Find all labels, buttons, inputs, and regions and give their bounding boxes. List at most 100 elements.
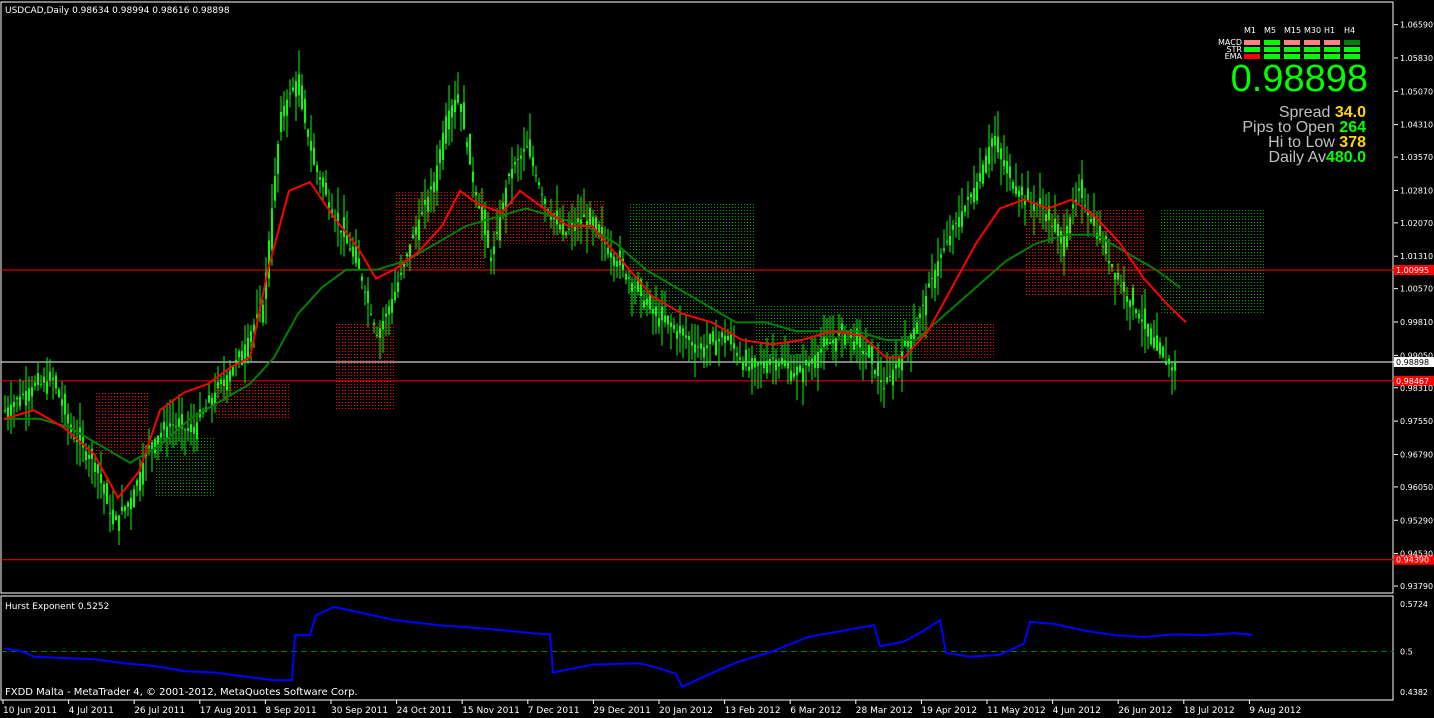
candle-body [766,360,768,373]
candle-body [664,315,666,323]
candle-body [784,360,786,367]
candle-body [394,291,396,301]
candle-body [964,205,966,212]
candle-body [328,202,330,208]
candle-body [1003,160,1005,167]
time-label-4: 8 Sep 2011 [265,706,316,716]
candle-body [448,110,450,130]
candle-body [1015,186,1017,194]
candle-body [1090,218,1092,223]
hurst-tick-label-2: 0.4382 [1400,688,1428,697]
timeframe-label-H1: H1 [1324,26,1336,35]
candle-body [538,182,540,186]
candle-body [727,335,729,340]
candle-body [325,182,327,195]
candle-body [751,357,753,370]
candle-body [88,455,90,459]
candle-body [709,334,711,344]
candle-body [682,328,684,336]
candle-body [1150,328,1152,345]
candle-body [808,361,810,367]
candle-body [532,157,534,167]
candle-body [988,147,990,165]
candle-body [208,395,210,403]
candle-body [283,105,285,117]
candle-body [862,350,864,355]
candle-body [295,81,297,97]
candle-body [142,462,144,485]
candle-body [373,323,375,325]
candle-body [1120,285,1122,287]
candle-body [880,379,882,383]
candle-body [526,146,528,148]
candle-body [382,320,384,330]
signal-cell [1324,47,1340,52]
candle-body [934,269,936,288]
daily-row: Daily Av480.0 [1268,149,1366,167]
candle-body [715,340,717,355]
candle-body [163,422,165,430]
candle-body [349,248,351,251]
price-tick-label-8: 1.00570 [1400,285,1433,294]
timeframe-label-M1: M1 [1244,26,1256,35]
candle-body [286,99,288,116]
candle-body [376,334,378,336]
candle-body [811,358,813,364]
candle-body [370,313,372,315]
candle-body [466,142,468,148]
cloud-segment-3 [334,322,394,411]
footer-copyright: FXDD Malta - MetaTrader 4, © 2001-2012, … [5,687,358,698]
candle-body [652,309,654,314]
candle-body [175,425,177,427]
candle-body [460,104,462,112]
candle-body [1105,236,1107,255]
candle-body [829,342,831,345]
candle-body [220,379,222,384]
candle-body [889,375,891,377]
hurst-title: Hurst Exponent 0.5252 [5,602,109,612]
daily-value: 480.0 [1325,149,1366,166]
candle-body [691,342,693,346]
signal-cell [1284,47,1300,52]
candle-body [340,230,342,233]
time-label-10: 20 Jan 2012 [659,706,713,716]
candle-body [688,336,690,340]
candle-body [178,418,180,428]
candle-body [160,432,162,438]
candle-body [184,429,186,431]
candle-body [607,247,609,255]
candle-body [223,379,225,387]
candle-body [943,248,945,251]
candle-body [544,198,546,205]
candle-body [772,357,774,359]
price-tick-label-17: 0.93790 [1400,582,1433,591]
candle-body [823,337,825,347]
candle-body [535,175,537,177]
candle-body [1144,308,1146,330]
time-label-9: 29 Dec 2011 [593,706,651,716]
candle-body [262,304,264,323]
candle-body [787,362,789,369]
candle-body [358,258,360,270]
candle-body [322,177,324,188]
candle-body [628,276,630,279]
candle-body [901,351,903,371]
candle-body [310,140,312,151]
candle-body [1138,313,1140,319]
candle-body [1081,179,1083,198]
candle-body [106,483,108,504]
candle-body [817,352,819,369]
candle-body [361,276,363,281]
candle-body [13,401,15,408]
candle-body [415,227,417,235]
candle-body [583,214,585,218]
candle-body [577,218,579,223]
candle-body [28,388,30,401]
candle-body [451,105,453,118]
candle-body [790,370,792,381]
candle-body [304,98,306,123]
candle-body [418,219,420,240]
candle-body [1033,204,1035,211]
candle-body [487,230,489,248]
time-label-5: 30 Sep 2011 [331,706,388,716]
